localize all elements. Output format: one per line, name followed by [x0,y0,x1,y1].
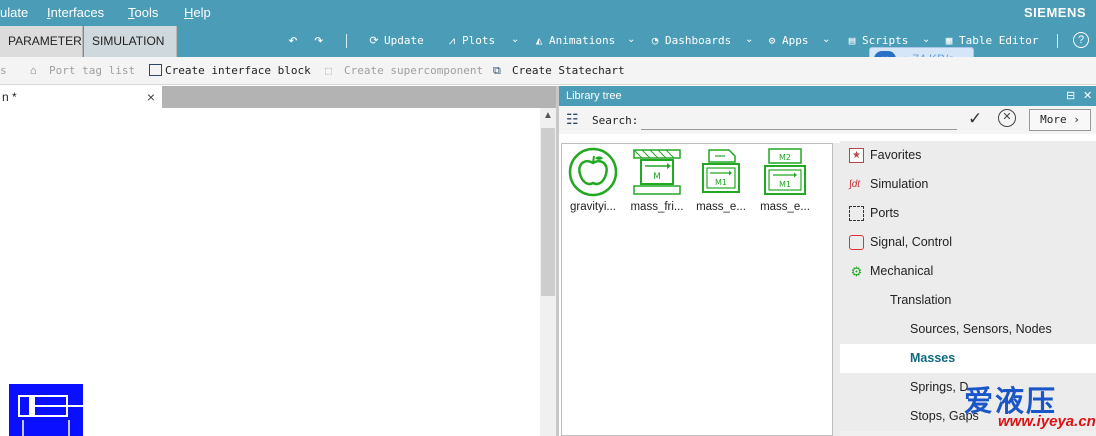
mass-friction-icon: M [633,149,681,195]
help-icon[interactable]: ? [1073,32,1089,48]
watermark: 爱液压 www.iyeya.cn [964,386,1096,430]
svg-text:M1: M1 [779,180,791,189]
tree-view-icon[interactable]: ☷ [566,111,579,128]
scroll-up-icon[interactable]: ▲ [543,110,553,121]
port-tag-list-button[interactable]: ⌂ Port tag list [30,64,135,77]
close-icon[interactable]: × [147,86,155,108]
scrollbar-thumb[interactable] [541,128,555,296]
tree-item-favorites[interactable]: ★ Favorites [840,141,1096,170]
create-statechart-button[interactable]: ⧉ Create Statechart [493,64,625,78]
separator [346,34,347,48]
tree-item-masses[interactable]: Masses [840,344,1096,373]
apps-button[interactable]: ⚙ Apps [764,34,809,47]
menu-interfaces[interactable]: Interfaces [47,5,104,20]
tab-parameter[interactable]: PARAMETER [0,26,83,57]
truncated-button[interactable]: s [0,64,7,77]
dock-icon[interactable]: ⊟ [1066,86,1075,106]
tree-item-mechanical[interactable]: ⚙ Mechanical [840,257,1096,286]
mechanical-icon: ⚙ [850,264,863,279]
scripts-button[interactable]: ▤ Scripts [844,34,909,47]
plot-icon: ⩘ [448,34,456,47]
library-header: Library tree ⊟ ✕ [559,86,1096,106]
hydraulic-cylinder-block[interactable] [9,384,83,436]
star-icon: ★ [849,148,864,163]
close-icon[interactable]: ✕ [1083,86,1092,106]
secondary-toolbar: s ⌂ Port tag list Create interface block … [0,57,1096,85]
library-search-row: ☷ Search: ✓ ✕ More › [559,106,1096,134]
separator [1057,34,1058,48]
svg-text:M: M [653,172,661,182]
plots-button[interactable]: ⩘ Plots [444,34,495,48]
table-editor-button[interactable]: ▦ Table Editor [941,34,1039,47]
menu-help[interactable]: Help [184,5,211,20]
menu-tools[interactable]: Tools [128,5,158,20]
tree-item-sources-sensors-nodes[interactable]: Sources, Sensors, Nodes [840,315,1096,344]
cylinder-icon [18,395,83,436]
menu-simulate[interactable]: ulate [0,5,28,20]
chevron-down-icon[interactable]: ⌄ [745,34,753,45]
chevron-down-icon[interactable]: ⌄ [922,34,930,45]
apple-icon [568,147,618,197]
interface-block-icon [149,64,162,76]
gauge-icon: ◔ [651,34,659,47]
editor-tab[interactable]: n * × [0,86,162,108]
supercomponent-icon: ⬚ [325,64,332,77]
chevron-down-icon[interactable]: ⌄ [627,34,635,45]
integral-icon: ∫dt [849,179,861,190]
ports-icon [849,206,864,221]
redo-icon[interactable]: ↷ [314,30,324,49]
library-item[interactable]: M1 mass_e... [690,146,752,213]
tree-item-simulation[interactable]: ∫dt Simulation [840,170,1096,199]
library-item[interactable]: M2 M1 mass_e... [754,146,816,213]
tree-item-translation[interactable]: Translation [840,286,1096,315]
create-interface-block-button[interactable]: Create interface block [149,64,311,77]
check-icon[interactable]: ✓ [968,109,982,129]
svg-text:M1: M1 [715,178,727,187]
create-supercomponent-button[interactable]: ⬚ Create supercomponent [325,64,483,77]
library-item[interactable]: M mass_fri... [626,146,688,213]
tag-icon: ⌂ [30,64,37,77]
apps-icon: ⚙ [768,34,776,47]
tab-simulation[interactable]: SIMULATION [84,26,177,57]
tree-item-signal-control[interactable]: Signal, Control [840,228,1096,257]
canvas-scrollbar[interactable]: ▲ [540,108,556,436]
mass-element-2-icon: M2 M1 [764,148,806,195]
chevron-down-icon[interactable]: ⌄ [822,34,830,45]
undo-icon[interactable]: ↶ [288,30,298,49]
clear-search-icon[interactable]: ✕ [998,109,1016,127]
svg-text:M2: M2 [779,153,791,162]
brand-logo: SIEMENS [1023,5,1086,20]
statechart-icon: ⧉ [493,64,501,77]
animation-icon: ◭ [535,34,543,47]
library-items-grid: gravityi... M mass_fri... M1 mass_e... M… [561,143,833,436]
tree-item-ports[interactable]: Ports [840,199,1096,228]
script-icon: ▤ [848,34,856,47]
search-input[interactable] [641,112,957,130]
editor-tab-strip: n * × [0,86,556,108]
refresh-icon: ⟳ [369,34,379,47]
search-label: Search: [592,114,639,127]
dashboards-button[interactable]: ◔ Dashboards [647,34,732,47]
more-button[interactable]: More › [1029,109,1091,131]
chevron-down-icon[interactable]: ⌄ [511,34,519,45]
signal-icon [849,235,864,250]
table-icon: ▦ [945,34,953,47]
menu-bar: ulate Interfaces Tools Help SIEMENS [0,0,1096,26]
animations-button[interactable]: ◭ Animations [531,34,616,47]
update-button[interactable]: ⟳ Update [366,34,423,47]
library-item[interactable]: gravityi... [562,146,624,213]
mass-element-icon: M1 [702,149,740,193]
